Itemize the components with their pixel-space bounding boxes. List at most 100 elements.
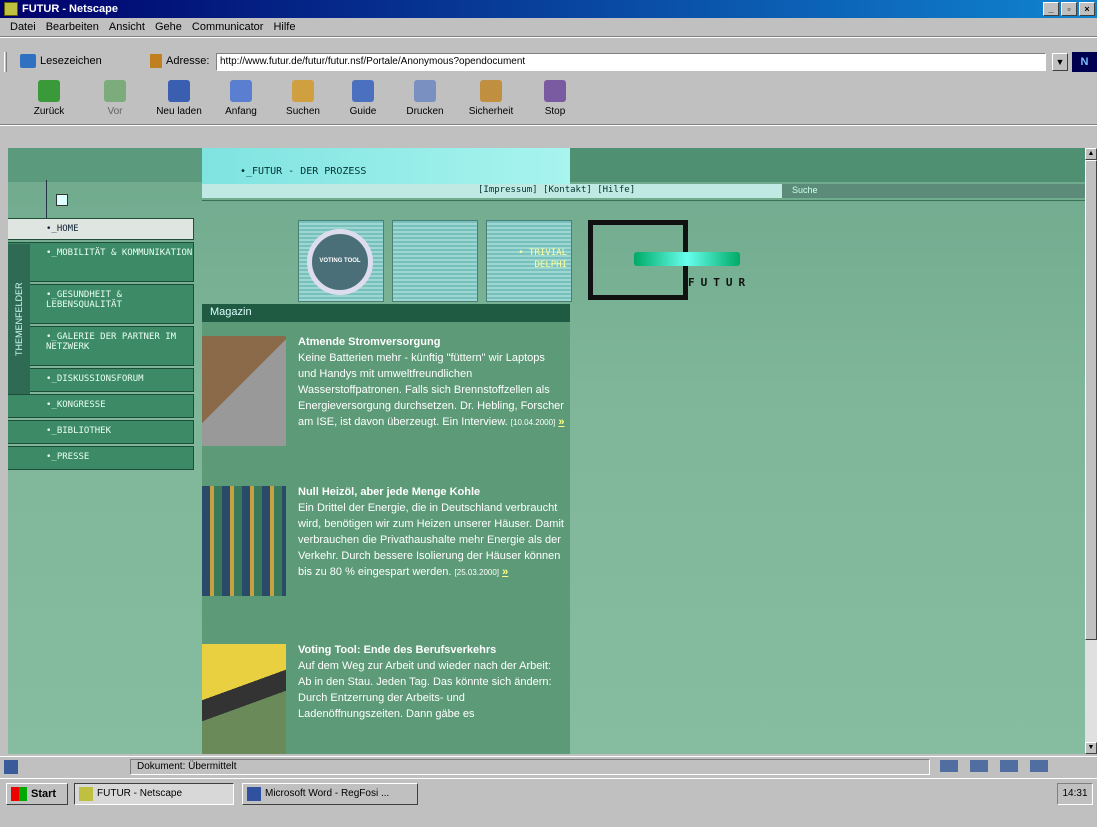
voting-tool-ring-icon: VOTING TOOL xyxy=(307,229,373,295)
menu-bearbeiten[interactable]: Bearbeiten xyxy=(46,18,99,36)
broken-image-icon xyxy=(56,194,68,206)
nav-item-bibliothek[interactable]: •_BIBLIOTHEK xyxy=(8,420,194,444)
scroll-thumb[interactable] xyxy=(1085,160,1097,640)
stop-icon xyxy=(544,80,566,102)
article-body: Keine Batterien mehr - künftig "füttern"… xyxy=(298,352,564,428)
personal-toolbar xyxy=(0,124,1097,146)
close-button[interactable]: × xyxy=(1079,2,1095,16)
toolbar-grip[interactable] xyxy=(4,52,7,72)
start-label: Start xyxy=(31,788,57,800)
trivial-delphi-tile[interactable]: • TRIVIAL DELPHI xyxy=(486,220,572,302)
divider xyxy=(202,200,1085,201)
composer-icon[interactable] xyxy=(1030,760,1048,772)
nav-item-diskussionsforum[interactable]: •_DISKUSSIONSFORUM xyxy=(8,368,194,392)
scroll-down-button[interactable]: ▼ xyxy=(1085,742,1097,754)
header-strip-left xyxy=(8,148,202,182)
status-bar: Dokument: Übermittelt xyxy=(0,756,1097,776)
article-title[interactable]: Voting Tool: Ende des Berufsverkehrs xyxy=(298,644,564,656)
forward-arrow-icon xyxy=(104,80,126,102)
menu-communicator[interactable]: Communicator xyxy=(192,18,264,36)
status-text: Dokument: Übermittelt xyxy=(130,759,930,775)
home-button[interactable]: Anfang xyxy=(214,78,268,122)
task-label: FUTUR - Netscape xyxy=(97,788,183,799)
stop-button[interactable]: Stop xyxy=(528,78,582,122)
task-netscape[interactable]: FUTUR - Netscape xyxy=(74,783,234,805)
window-title: FUTUR - Netscape xyxy=(22,3,118,15)
reload-button[interactable]: Neu laden xyxy=(152,78,206,122)
article-image[interactable] xyxy=(202,486,286,596)
scroll-up-button[interactable]: ▲ xyxy=(1085,148,1097,160)
menu-hilfe[interactable]: Hilfe xyxy=(273,18,295,36)
nav-item-kongresse[interactable]: •_KONGRESSE xyxy=(8,394,194,418)
nav-item-home[interactable]: •_HOME xyxy=(8,218,194,240)
vertical-scrollbar[interactable]: ▲ ▼ xyxy=(1085,148,1097,754)
impressum-kontakt-hilfe-links[interactable]: [Impressum] [Kontakt] [Hilfe] xyxy=(478,185,635,195)
article-title[interactable]: Null Heizöl, aber jede Menge Kohle xyxy=(298,486,564,498)
system-clock: 14:31 xyxy=(1057,783,1093,805)
article-image[interactable] xyxy=(202,644,286,754)
word-task-icon xyxy=(247,787,261,801)
article-text: Ein Drittel der Energie, die in Deutschl… xyxy=(298,500,566,581)
menu-ansicht[interactable]: Ansicht xyxy=(109,18,145,36)
netscape-logo-icon[interactable]: N xyxy=(1072,52,1097,72)
netscape-app-icon xyxy=(4,2,18,16)
trivial-delphi-label: • TRIVIAL DELPHI xyxy=(518,248,567,270)
futur-logo-bar xyxy=(634,252,740,266)
window-titlebar: FUTUR - Netscape _ ▫ × xyxy=(0,0,1097,18)
start-button[interactable]: Start xyxy=(6,783,68,805)
article-body: Auf dem Weg zur Arbeit und wieder nach d… xyxy=(298,660,552,720)
voting-tool-tile[interactable]: VOTING TOOL xyxy=(298,220,384,302)
url-dropdown-button[interactable]: ▼ xyxy=(1052,53,1068,71)
article-title[interactable]: Atmende Stromversorgung xyxy=(298,336,564,348)
back-button[interactable]: Zurück xyxy=(22,78,76,122)
print-button[interactable]: Drucken xyxy=(398,78,452,122)
navigator-icon[interactable] xyxy=(940,760,958,772)
nav-item-presse[interactable]: •_PRESSE xyxy=(8,446,194,470)
bookmarks-icon[interactable] xyxy=(20,54,36,68)
voting-tool-label: VOTING TOOL xyxy=(319,258,361,264)
location-toolbar: Lesezeichen Adresse: http://www.futur.de… xyxy=(0,50,1097,74)
maximize-button[interactable]: ▫ xyxy=(1061,2,1077,16)
prozess-link[interactable]: •_FUTUR - DER PROZESS xyxy=(202,148,570,184)
feature-tiles: VOTING TOOL • TRIVIAL DELPHI xyxy=(298,220,572,302)
task-label: Microsoft Word - RegFosi ... xyxy=(265,788,390,799)
article-date: [10.04.2000] xyxy=(510,418,556,427)
component-bar xyxy=(940,760,1048,772)
menu-datei[interactable]: Datei xyxy=(10,18,36,36)
bookmarks-button[interactable]: Lesezeichen xyxy=(40,55,102,67)
lock-icon xyxy=(480,80,502,102)
web-page: •_FUTUR - DER PROZESS [Impressum] [Konta… xyxy=(8,148,1085,754)
header-strip-right xyxy=(570,148,1085,182)
guide-button[interactable]: Guide xyxy=(336,78,390,122)
middle-tile[interactable] xyxy=(392,220,478,302)
nav-item-mobilitaet[interactable]: •_MOBILITÄT & KOMMUNIKATION xyxy=(8,242,194,282)
magazine-list: Atmende Stromversorgung Keine Batterien … xyxy=(202,322,570,754)
article-image[interactable] xyxy=(202,336,286,446)
menu-gehe[interactable]: Gehe xyxy=(155,18,182,36)
page-proxy-icon[interactable] xyxy=(150,54,162,68)
forward-button[interactable]: Vor xyxy=(88,78,142,122)
discussion-icon[interactable] xyxy=(1000,760,1018,772)
url-input[interactable]: http://www.futur.de/futur/futur.nsf/Port… xyxy=(216,53,1046,71)
windows-taskbar: Start FUTUR - Netscape Microsoft Word - … xyxy=(0,778,1097,827)
article-body: Ein Drittel der Energie, die in Deutschl… xyxy=(298,502,564,578)
search-link[interactable]: Suche xyxy=(792,185,818,195)
article-text: Keine Batterien mehr - künftig "füttern"… xyxy=(298,350,566,431)
navigation-toolbar: Zurück Vor Neu laden Anfang Suchen Guide… xyxy=(0,76,1097,124)
mail-icon[interactable] xyxy=(970,760,988,772)
security-button[interactable]: Sicherheit xyxy=(464,78,518,122)
menu-bar: Datei Bearbeiten Ansicht Gehe Communicat… xyxy=(0,18,1097,36)
article-text: Auf dem Weg zur Arbeit und wieder nach d… xyxy=(298,658,566,722)
back-arrow-icon xyxy=(38,80,60,102)
nav-item-galerie[interactable]: •_GALERIE DER PARTNER IM NETZWERK xyxy=(8,326,194,366)
search-icon xyxy=(292,80,314,102)
minimize-button[interactable]: _ xyxy=(1043,2,1059,16)
main-navigation: •_HOME •_MOBILITÄT & KOMMUNIKATION •_GES… xyxy=(8,218,194,472)
article-more-link[interactable]: » xyxy=(558,416,564,428)
nav-item-gesundheit[interactable]: •_GESUNDHEIT & LEBENSQUALITÄT xyxy=(8,284,194,324)
guide-icon xyxy=(352,80,374,102)
article-date: [25.03.2000] xyxy=(454,568,500,577)
search-button[interactable]: Suchen xyxy=(276,78,330,122)
task-word[interactable]: Microsoft Word - RegFosi ... xyxy=(242,783,418,805)
article-more-link[interactable]: » xyxy=(502,566,508,578)
